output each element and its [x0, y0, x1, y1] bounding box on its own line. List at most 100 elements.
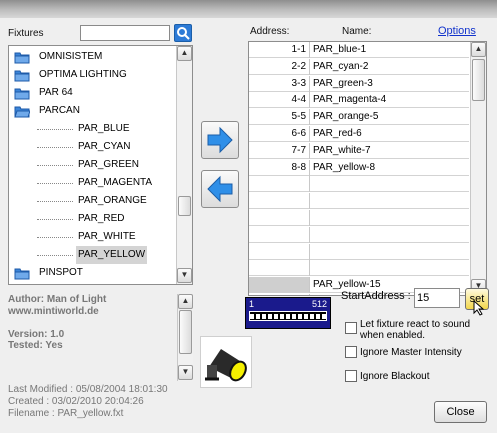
tree-connector	[37, 129, 73, 130]
tree-item-label: PAR_BLUE	[78, 123, 130, 134]
tree-connector	[37, 219, 73, 220]
tree-fixture[interactable]: PAR_GREEN	[9, 156, 175, 174]
patch-row[interactable]: 8-8 PAR_yellow-8	[249, 159, 469, 176]
add-fixture-button[interactable]	[201, 121, 239, 159]
patch-row[interactable]: 2-2 PAR_cyan-2	[249, 58, 469, 75]
grid-scroll-thumb[interactable]	[472, 59, 485, 101]
tree-item-label: OMNISISTEM	[39, 51, 103, 62]
patch-address-cell	[249, 260, 310, 277]
patch-row[interactable]: 6-6 PAR_red-6	[249, 126, 469, 142]
patch-row[interactable]	[249, 176, 469, 193]
tree-connector	[37, 255, 73, 256]
patch-grid[interactable]: 1-1 PAR_blue-1 2-2 PAR_cyan-2 3-3 PAR_green-3…	[248, 41, 487, 296]
name-header: Name:	[342, 26, 372, 37]
tree-connector	[37, 165, 73, 166]
version-text: Version: 1.0	[8, 329, 65, 340]
tree-folder[interactable]: PINSPOT	[9, 264, 175, 282]
patch-row[interactable]: 3-3 PAR_green-3	[249, 75, 469, 92]
tree-item-label: PAR_ORANGE	[78, 195, 147, 206]
folder-icon	[14, 70, 30, 82]
tree-fixture[interactable]: PAR_WHITE	[9, 228, 175, 246]
author-text: Author: Man of Light	[8, 294, 107, 305]
patch-name-cell: PAR_red-6	[313, 128, 362, 139]
scroll-up-icon[interactable]: ▲	[177, 46, 192, 61]
patch-address-cell: 7-7	[249, 142, 310, 159]
tree-item-label: PAR_GREEN	[78, 159, 139, 170]
start-address-value: 15	[417, 292, 430, 304]
patch-address-cell	[249, 294, 310, 295]
info-scroll-up-icon[interactable]: ▲	[178, 294, 193, 309]
patch-address-cell	[249, 210, 310, 226]
tree-fixture[interactable]: PAR_MAGENTA	[9, 174, 175, 192]
fixture-info-panel: Author: Man of Light www.mintiworld.de V…	[8, 294, 193, 384]
patch-address-cell	[249, 277, 310, 294]
dmx-start-label: 1	[249, 299, 255, 309]
tested-text: Tested: Yes	[8, 340, 63, 351]
tree-folder[interactable]: OPTIMA LIGHTING	[9, 66, 175, 84]
scroll-down-icon[interactable]: ▼	[177, 268, 192, 283]
patch-row[interactable]	[249, 260, 469, 277]
tree-folder[interactable]: OMNISISTEM	[9, 48, 175, 66]
patch-row[interactable]: 5-5 PAR_orange-5	[249, 109, 469, 126]
tree-folder[interactable]: PARCAN	[9, 102, 175, 120]
tree-fixture[interactable]: PAR_RED	[9, 210, 175, 228]
tree-fixture[interactable]: PAR_ORANGE	[9, 192, 175, 210]
patch-row[interactable]: 4-4 PAR_magenta-4	[249, 92, 469, 109]
patch-name-cell: PAR_blue-1	[313, 44, 367, 55]
options-link[interactable]: Options	[438, 25, 476, 37]
patch-address-cell	[249, 243, 310, 260]
patch-address-cell	[249, 176, 310, 193]
folder-icon	[14, 88, 30, 100]
patch-address-cell: 6-6	[249, 126, 310, 142]
patch-row[interactable]: 7-7 PAR_white-7	[249, 142, 469, 159]
info-scroll-thumb[interactable]	[179, 310, 192, 354]
tree-item-label: PAR_CYAN	[78, 141, 131, 152]
filename-text: Filename : PAR_yellow.fxt	[8, 408, 124, 419]
patch-name-cell: PAR_white-7	[313, 144, 371, 156]
sound-react-checkbox[interactable]	[345, 322, 357, 334]
title-bar[interactable]	[0, 0, 497, 18]
patch-row[interactable]	[249, 226, 469, 243]
mouse-cursor-icon	[473, 300, 485, 316]
info-scroll-down-icon[interactable]: ▼	[178, 365, 193, 380]
patch-name-cell: PAR_cyan-2	[313, 60, 369, 72]
tree-connector	[37, 147, 73, 148]
tree-scrollbar[interactable]: ▲ ▼	[176, 46, 192, 284]
created-text: Created : 03/02/2010 20:04:26	[8, 396, 144, 407]
remove-fixture-button[interactable]	[201, 170, 239, 208]
search-button[interactable]	[174, 24, 192, 42]
patch-row[interactable]: 1-1 PAR_blue-1	[249, 42, 469, 58]
patch-address-cell: 5-5	[249, 109, 310, 126]
start-address-label: StartAddress :	[341, 290, 411, 302]
tree-item-label: PINSPOT	[39, 267, 83, 278]
tree-item-label: PAR 64	[39, 87, 73, 98]
folder-open-icon	[14, 106, 30, 118]
tree-fixture[interactable]: PAR_BLUE	[9, 120, 175, 138]
patch-row[interactable]	[249, 243, 469, 260]
tree-item-label: PAR_MAGENTA	[78, 177, 153, 188]
tree-item-label: PAR_YELLOW	[76, 246, 148, 264]
close-label: Close	[446, 406, 475, 418]
fixture-search-input[interactable]	[80, 25, 170, 41]
search-icon	[177, 27, 190, 40]
patch-row[interactable]	[249, 210, 469, 226]
close-button[interactable]: Close	[434, 401, 487, 423]
grid-scroll-up-icon[interactable]: ▲	[471, 42, 486, 57]
patch-name-cell: PAR_yellow-8	[313, 161, 376, 173]
fixtures-tree[interactable]: OMNISISTEM OPTIMA LIGHTING PAR 64 PARCAN PAR…	[8, 45, 193, 285]
patch-row[interactable]	[249, 193, 469, 210]
tree-fixture[interactable]: PAR_CYAN	[9, 138, 175, 156]
info-scrollbar[interactable]: ▲ ▼	[177, 294, 193, 381]
ignore-master-checkbox[interactable]	[345, 346, 357, 358]
start-address-input[interactable]: 15	[414, 288, 460, 308]
fixture-dialog: Fixtures OMNISISTEM OPTIMA LIGHTING PAR 64…	[0, 18, 497, 433]
patch-address-cell: 2-2	[249, 58, 310, 75]
tree-folder[interactable]: PAR 64	[9, 84, 175, 102]
sound-react-label: Let fixture react to sound when enabled.	[360, 319, 471, 341]
patch-address-cell: 3-3	[249, 75, 310, 92]
ignore-master-label: Ignore Master Intensity	[360, 347, 462, 358]
grid-scrollbar[interactable]: ▲ ▼	[470, 42, 486, 295]
tree-fixture[interactable]: PAR_YELLOW	[9, 246, 175, 264]
scroll-thumb[interactable]	[178, 196, 191, 216]
ignore-blackout-checkbox[interactable]	[345, 370, 357, 382]
